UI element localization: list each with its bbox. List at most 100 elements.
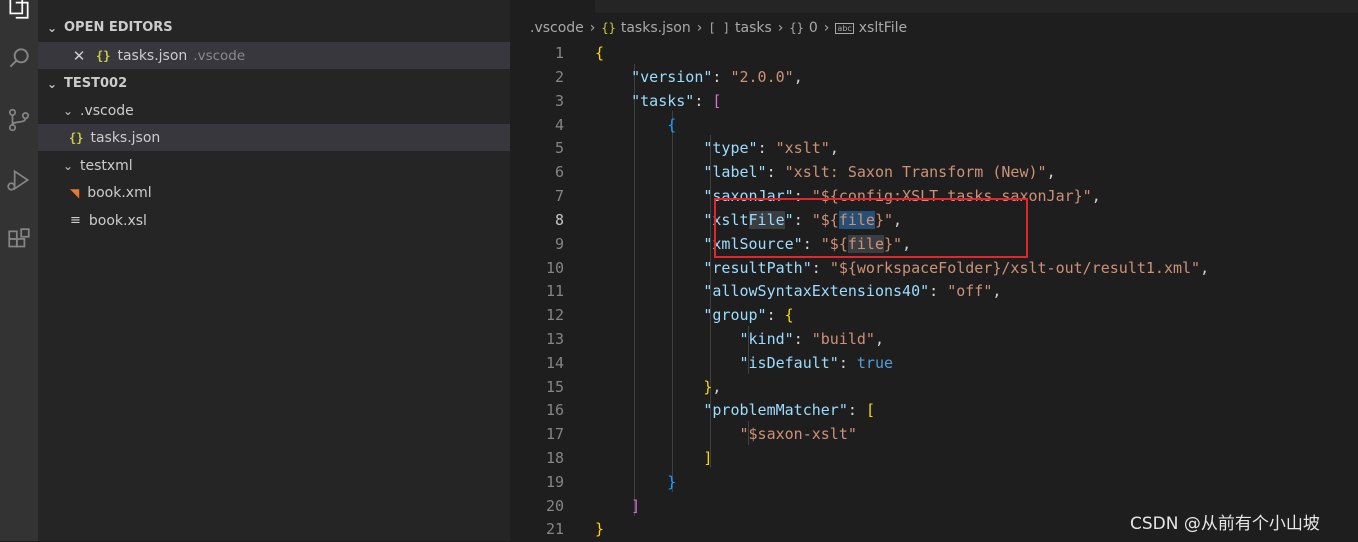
- rss-xml-file-icon: ◥: [70, 185, 80, 200]
- tree-file-book-xml[interactable]: ◥ book.xml: [38, 179, 510, 206]
- json-value: "2.0.0": [730, 68, 794, 86]
- json-file-icon: {}: [69, 130, 84, 145]
- code-line: 12 "group": {: [510, 304, 1358, 328]
- json-key: "version": [631, 68, 713, 86]
- close-icon[interactable]: ✕: [68, 47, 90, 65]
- tree-folder-vscode[interactable]: ⌄ .vscode: [38, 97, 510, 124]
- line-number: 11: [545, 282, 564, 300]
- json-key: "allowSyntaxExtensions40": [703, 282, 930, 300]
- json-value: "$saxon-xslt": [739, 425, 857, 443]
- chevron-down-icon: ⌄: [46, 20, 58, 35]
- code-line: 17 "$saxon-xslt": [510, 423, 1358, 447]
- code-line: 10 "resultPath": "${workspaceFolder}/xsl…: [510, 257, 1358, 281]
- json-value: "build": [811, 330, 875, 348]
- line-number: 8: [554, 211, 564, 229]
- tree-file-tasks-json[interactable]: {} tasks.json: [38, 124, 510, 151]
- workspace-header[interactable]: ⌄ TEST002: [38, 70, 510, 97]
- code-line: 13 "kind": "build",: [510, 328, 1358, 352]
- tree-item-label: tasks.json: [90, 129, 161, 146]
- object-icon: {}: [789, 21, 804, 35]
- line-number: 2: [554, 68, 564, 86]
- line-number: 14: [545, 354, 564, 372]
- line-number: 21: [545, 520, 564, 538]
- tree-item-label: testxml: [80, 157, 133, 174]
- tab-strip: [510, 0, 1358, 13]
- code-line: 16 "problemMatcher": [: [510, 399, 1358, 423]
- json-value: "off": [947, 282, 993, 300]
- line-number: 13: [545, 330, 564, 348]
- tree-item-label: book.xsl: [88, 212, 147, 229]
- line-number: 6: [554, 163, 564, 181]
- workspace-title: TEST002: [64, 76, 128, 91]
- explorer-icon[interactable]: [0, 0, 38, 28]
- highlight-annotation-box: [714, 198, 1028, 258]
- line-number: 15: [545, 378, 564, 396]
- search-icon[interactable]: [0, 38, 38, 78]
- explorer-sidebar: ⌄ OPEN EDITORS ✕ {} tasks.json .vscode ⌄…: [38, 0, 510, 541]
- line-number: 7: [554, 187, 564, 205]
- open-editors-title: OPEN EDITORS: [64, 20, 173, 35]
- chevron-right-icon: ›: [823, 20, 830, 36]
- json-value: "xslt: Saxon Transform (New)": [784, 163, 1047, 181]
- code-line: 3 "tasks": [: [510, 90, 1358, 114]
- open-editors-header[interactable]: ⌄ OPEN EDITORS: [38, 14, 510, 41]
- breadcrumb-item-xsltfile[interactable]: xsltFile: [859, 20, 907, 36]
- chevron-right-icon: ›: [589, 20, 596, 36]
- code-line: 1{: [510, 42, 1358, 66]
- line-number: 16: [545, 401, 564, 419]
- tab-tasks-json[interactable]: [510, 0, 595, 13]
- tree-file-book-xsl[interactable]: ≡ book.xsl: [38, 207, 510, 234]
- run-debug-icon[interactable]: [0, 160, 38, 200]
- json-file-icon: {}: [601, 21, 616, 35]
- open-editor-filename: tasks.json: [117, 47, 188, 64]
- line-number: 4: [554, 116, 564, 134]
- code-line: 11 "allowSyntaxExtensions40": "off",: [510, 280, 1358, 304]
- line-number: 20: [545, 497, 564, 515]
- json-key: "problemMatcher": [703, 401, 848, 419]
- line-number: 18: [545, 449, 564, 467]
- open-editor-item-tasks-json[interactable]: ✕ {} tasks.json .vscode: [38, 42, 510, 69]
- json-key: "resultPath": [703, 259, 812, 277]
- line-number: 3: [554, 92, 564, 110]
- tree-item-label: book.xml: [87, 184, 152, 201]
- breadcrumb: .vscode › {} tasks.json › [ ] tasks › {}…: [530, 17, 907, 39]
- code-line: 2 "version": "2.0.0",: [510, 66, 1358, 90]
- tree-folder-testxml[interactable]: ⌄ testxml: [38, 152, 510, 179]
- code-line: 15 },: [510, 376, 1358, 400]
- json-value: "${workspaceFolder}/xslt-out/result1.xml…: [829, 259, 1201, 277]
- breadcrumb-item-0[interactable]: 0: [809, 20, 818, 36]
- line-number: 9: [554, 235, 564, 253]
- source-control-icon[interactable]: [0, 100, 38, 140]
- extensions-icon[interactable]: [0, 220, 38, 260]
- json-key: "isDefault": [739, 354, 839, 372]
- chevron-down-icon: ⌄: [62, 158, 74, 173]
- activity-bar: [0, 0, 38, 541]
- code-line: 19 }: [510, 471, 1358, 495]
- breadcrumb-item-tasks-json[interactable]: tasks.json: [621, 20, 691, 36]
- code-line: 18 ]: [510, 447, 1358, 471]
- line-number: 10: [545, 259, 564, 277]
- string-abc-icon: abc: [835, 22, 854, 34]
- chevron-right-icon: ›: [777, 20, 784, 36]
- json-key: "label": [703, 163, 767, 181]
- code-line: 6 "label": "xslt: Saxon Transform (New)"…: [510, 161, 1358, 185]
- breadcrumb-item-tasks[interactable]: tasks: [735, 20, 772, 36]
- json-key: "group": [703, 306, 767, 324]
- json-value: true: [856, 354, 894, 372]
- json-key: "kind": [739, 330, 794, 348]
- chevron-right-icon: ›: [696, 20, 703, 36]
- code-editor[interactable]: 1{ 2 "version": "2.0.0", 3 "tasks": [ 4 …: [510, 40, 1358, 541]
- open-editor-folder: .vscode: [193, 47, 246, 64]
- chevron-down-icon: ⌄: [62, 103, 74, 118]
- array-icon: [ ]: [708, 21, 730, 35]
- json-key: "tasks": [631, 92, 695, 110]
- code-line: 5 "type": "xslt",: [510, 137, 1358, 161]
- code-line: 14 "isDefault": true: [510, 352, 1358, 376]
- line-number: 19: [545, 473, 564, 491]
- json-key: "type": [703, 139, 758, 157]
- line-number: 17: [545, 425, 564, 443]
- lines-file-icon: ≡: [70, 213, 81, 228]
- breadcrumb-item-vscode[interactable]: .vscode: [530, 20, 584, 36]
- chevron-down-icon: ⌄: [46, 76, 58, 91]
- code-line: 4 {: [510, 114, 1358, 138]
